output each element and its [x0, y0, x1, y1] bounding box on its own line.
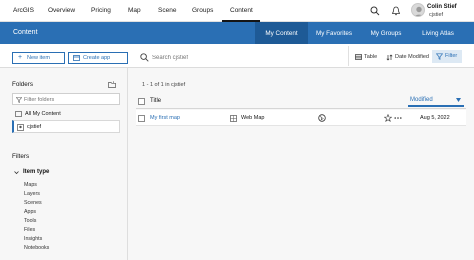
favorite-star-icon[interactable]	[384, 114, 392, 122]
page-title: Content	[13, 29, 38, 36]
folder-label: All My Content	[25, 111, 61, 117]
more-options-icon[interactable]	[394, 116, 402, 120]
content-header-bar: Content My Content My Favorites My Group…	[0, 22, 474, 44]
tab-living-atlas[interactable]: Living Atlas	[414, 22, 462, 44]
filters-heading: Filters	[12, 153, 30, 160]
web-map-icon	[230, 115, 237, 122]
user-avatar[interactable]	[411, 3, 425, 17]
folder-label: cjstief	[27, 124, 42, 130]
filter-label: Filter	[445, 53, 458, 59]
filter-type-notebooks[interactable]: Notebooks	[24, 245, 49, 251]
search-icon	[140, 53, 149, 62]
search-icon[interactable]	[370, 6, 380, 16]
tab-my-content[interactable]: My Content	[255, 22, 308, 44]
tab-my-groups[interactable]: My Groups	[362, 22, 410, 44]
nav-scene[interactable]: Scene	[158, 7, 176, 14]
nav-overview[interactable]: Overview	[48, 7, 75, 14]
sort-icon	[386, 54, 393, 61]
content-icon	[15, 111, 22, 117]
filter-icon	[16, 97, 22, 103]
create-app-label: Create app	[83, 55, 111, 61]
table-row[interactable]: My first map Web Map Aug 5, 2022	[136, 110, 466, 126]
filter-type-insights[interactable]: Insights	[24, 236, 42, 242]
filter-icon	[436, 53, 443, 60]
folders-heading: Folders	[12, 81, 33, 88]
filter-type-tools[interactable]: Tools	[24, 218, 36, 224]
sort-label: Date Modified	[395, 54, 429, 60]
table-view-label: Table	[364, 54, 378, 60]
tab-my-favorites[interactable]: My Favorites	[308, 22, 360, 44]
filter-toggle-button[interactable]: Filter	[432, 50, 462, 63]
item-title-link[interactable]: My first map	[150, 115, 180, 121]
app-icon	[73, 55, 80, 61]
nav-map[interactable]: Map	[128, 7, 141, 14]
filter-type-maps[interactable]: Maps	[24, 182, 37, 188]
chevron-down-icon[interactable]	[14, 170, 19, 175]
item-modified-date: Aug 5, 2022	[420, 115, 450, 121]
nav-groups[interactable]: Groups	[192, 7, 213, 14]
column-modified[interactable]: Modified	[408, 93, 464, 107]
sort-date-modified-button[interactable]: Date Modified	[386, 54, 429, 61]
filter-type-layers[interactable]: Layers	[24, 191, 40, 197]
content-list: 1 - 1 of 1 in cjstief Title Modified My …	[128, 68, 474, 260]
table-icon	[355, 54, 362, 60]
table-view-button[interactable]: Table	[355, 54, 378, 60]
nav-content[interactable]: Content	[230, 7, 253, 14]
column-modified-label: Modified	[410, 97, 433, 103]
new-item-button[interactable]: + New item	[12, 52, 65, 64]
filter-folders-field[interactable]	[12, 93, 120, 105]
new-folder-icon[interactable]	[108, 81, 116, 88]
create-app-button[interactable]: Create app	[68, 52, 128, 64]
item-type-heading[interactable]: Item type	[23, 169, 49, 175]
search-content-input[interactable]	[152, 52, 332, 63]
select-all-checkbox[interactable]	[138, 98, 145, 105]
new-item-label: New item	[27, 55, 50, 61]
brand-logo[interactable]: ArcGIS	[13, 7, 34, 14]
sidebar: Folders All My Content cjstief Filters I…	[0, 68, 128, 260]
filter-type-apps[interactable]: Apps	[24, 209, 36, 215]
plus-icon: +	[18, 54, 23, 61]
filter-type-scenes[interactable]: Scenes	[24, 200, 42, 206]
row-checkbox[interactable]	[138, 115, 145, 122]
sort-descending-icon	[456, 98, 461, 102]
top-navigation: ArcGIS Overview Pricing Map Scene Groups…	[0, 0, 474, 22]
table-header: Title Modified	[136, 93, 466, 109]
item-type: Web Map	[241, 115, 265, 121]
sharing-globe-icon[interactable]	[318, 114, 326, 122]
user-folder-icon	[17, 124, 24, 131]
filter-folders-input[interactable]	[24, 95, 114, 104]
filter-type-files[interactable]: Files	[24, 227, 35, 233]
result-count: 1 - 1 of 1 in cjstief	[142, 82, 186, 88]
user-name[interactable]: Colin Stief	[427, 4, 457, 10]
column-title[interactable]: Title	[150, 98, 161, 104]
notifications-bell-icon[interactable]	[391, 6, 401, 16]
user-id: cjstief	[429, 12, 444, 18]
toolbar-divider	[348, 46, 349, 66]
nav-pricing[interactable]: Pricing	[91, 7, 111, 14]
folder-cjstief[interactable]: cjstief	[12, 120, 120, 133]
